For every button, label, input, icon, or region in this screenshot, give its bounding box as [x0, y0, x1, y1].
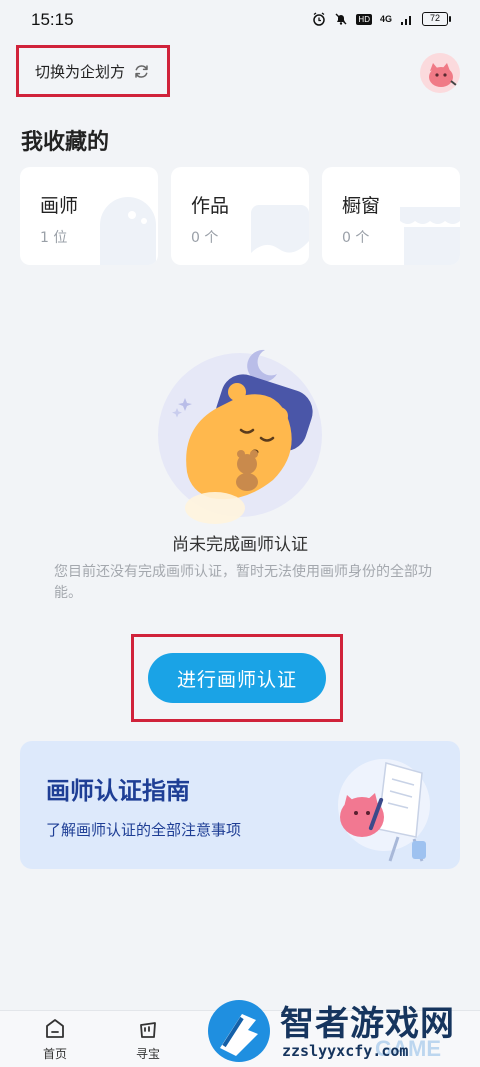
favorites-title: 我收藏的: [21, 130, 110, 155]
mute-bell-icon: [335, 13, 347, 25]
home-icon: [46, 1019, 64, 1038]
network-type: 4G: [379, 14, 392, 24]
sleeping-mascot-illustration: [158, 349, 322, 524]
treasure-bag-icon: [140, 1022, 156, 1038]
picture-decoration-icon: [251, 205, 309, 265]
fav-card-count: 0 个: [191, 230, 219, 246]
nav-label: 寻宝: [135, 1047, 160, 1061]
switch-role-button[interactable]: 切换为企划方: [16, 45, 170, 97]
fav-card-artists[interactable]: 画师 1 位: [20, 167, 158, 265]
switch-role-label: 切换为企划方: [35, 62, 126, 81]
certification-guide-card[interactable]: 画师认证指南 了解画师认证的全部注意事项: [20, 741, 460, 869]
avatar[interactable]: [420, 53, 460, 93]
watermark-logo-icon: [208, 1000, 270, 1062]
drawing-mascot-illustration: [338, 759, 430, 862]
empty-state-description: 您目前还没有完成画师认证，暂时无法使用画师身份的全部功能。: [54, 564, 432, 601]
hd-badge: HD: [356, 13, 372, 25]
battery-icon: 72: [422, 12, 451, 26]
nav-item-treasure[interactable]: 寻宝: [118, 1017, 178, 1062]
fav-card-works[interactable]: 作品 0 个: [171, 167, 309, 265]
fav-card-count: 0 个: [342, 230, 370, 246]
fav-card-name: 作品: [191, 195, 230, 217]
certify-artist-button[interactable]: 进行画师认证: [148, 653, 326, 703]
status-time: 15:15: [31, 10, 74, 29]
certify-button-highlight: 进行画师认证: [131, 634, 343, 722]
watermark: 智者游戏网 GAME zzslyyxcfy.com: [200, 994, 480, 1067]
signal-icon: [401, 16, 411, 25]
guide-title: 画师认证指南: [46, 777, 190, 805]
storefront-decoration-icon: [400, 207, 460, 265]
alarm-icon: [313, 12, 326, 26]
fav-card-count: 1 位: [40, 230, 68, 246]
fav-card-name: 画师: [40, 195, 79, 217]
watermark-url: zzslyyxcfy.com: [282, 1042, 409, 1060]
refresh-icon: [135, 64, 148, 78]
nav-item-home[interactable]: 首页: [25, 1017, 85, 1062]
fav-card-name: 橱窗: [342, 195, 381, 217]
fav-card-showcase[interactable]: 橱窗 0 个: [322, 167, 460, 265]
status-icons: HD 4G 72: [312, 12, 451, 26]
ghost-decoration-icon: [100, 197, 156, 265]
status-bar: 15:15 HD 4G 72: [0, 0, 480, 40]
nav-label: 首页: [42, 1047, 67, 1061]
empty-state-title: 尚未完成画师认证: [172, 535, 308, 555]
guide-description: 了解画师认证的全部注意事项: [46, 821, 242, 839]
avatar-image: [420, 53, 460, 93]
